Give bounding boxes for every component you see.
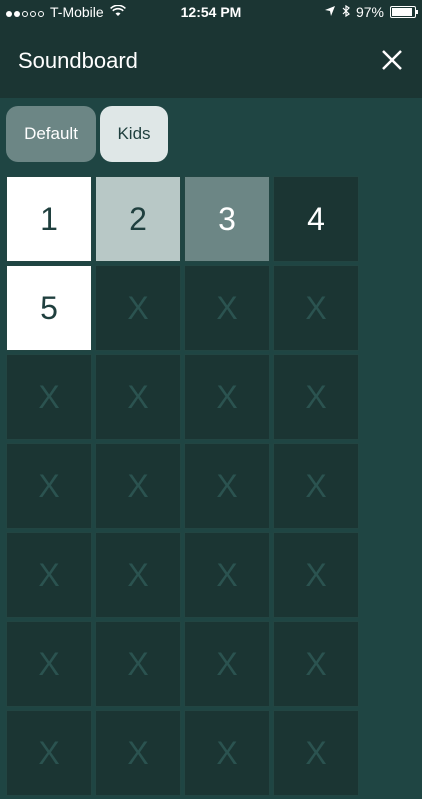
sound-tile-4[interactable]: 4 xyxy=(273,176,359,262)
bluetooth-icon xyxy=(342,4,350,20)
grid-row: X X X X xyxy=(6,621,362,707)
empty-tile[interactable]: X xyxy=(184,532,270,618)
app-header: Soundboard xyxy=(0,24,422,98)
battery-percent: 97% xyxy=(355,4,384,20)
empty-tile[interactable]: X xyxy=(273,443,359,529)
empty-tile[interactable]: X xyxy=(95,354,181,440)
close-icon xyxy=(382,50,402,70)
sound-grid: 1 2 3 4 5 X X X X X X X X X X X X X X X … xyxy=(6,176,362,799)
close-button[interactable] xyxy=(378,46,406,74)
empty-tile[interactable]: X xyxy=(6,710,92,796)
empty-tile[interactable]: X xyxy=(184,265,270,351)
empty-tile[interactable]: X xyxy=(273,532,359,618)
sound-tile-1[interactable]: 1 xyxy=(6,176,92,262)
tab-bar: Default Kids xyxy=(6,106,168,162)
empty-tile[interactable]: X xyxy=(184,443,270,529)
tab-kids[interactable]: Kids xyxy=(100,106,168,162)
empty-tile[interactable]: X xyxy=(273,710,359,796)
grid-row: 5 X X X xyxy=(6,265,362,351)
grid-row: X X X X xyxy=(6,532,362,618)
empty-tile[interactable]: X xyxy=(184,710,270,796)
grid-row: X X X X xyxy=(6,710,362,796)
sound-tile-2[interactable]: 2 xyxy=(95,176,181,262)
empty-tile[interactable]: X xyxy=(6,621,92,707)
empty-tile[interactable]: X xyxy=(184,354,270,440)
empty-tile[interactable]: X xyxy=(273,621,359,707)
empty-tile[interactable]: X xyxy=(273,354,359,440)
battery-icon xyxy=(390,6,418,18)
tab-default[interactable]: Default xyxy=(6,106,96,162)
empty-tile[interactable]: X xyxy=(95,443,181,529)
status-right: 97% xyxy=(324,4,418,20)
empty-tile[interactable]: X xyxy=(273,265,359,351)
empty-tile[interactable]: X xyxy=(95,621,181,707)
empty-tile[interactable]: X xyxy=(184,621,270,707)
empty-tile[interactable]: X xyxy=(95,265,181,351)
empty-tile[interactable]: X xyxy=(95,710,181,796)
grid-row: X X X X xyxy=(6,354,362,440)
page-title: Soundboard xyxy=(18,48,138,73)
empty-tile[interactable]: X xyxy=(6,443,92,529)
empty-tile[interactable]: X xyxy=(6,532,92,618)
grid-row: 1 2 3 4 xyxy=(6,176,362,262)
sound-tile-3[interactable]: 3 xyxy=(184,176,270,262)
grid-row: X X X X xyxy=(6,443,362,529)
location-arrow-icon xyxy=(324,4,336,20)
empty-tile[interactable]: X xyxy=(95,532,181,618)
sound-tile-5[interactable]: 5 xyxy=(6,265,92,351)
status-bar: T-Mobile 12:54 PM 97% xyxy=(0,0,422,24)
empty-tile[interactable]: X xyxy=(6,354,92,440)
